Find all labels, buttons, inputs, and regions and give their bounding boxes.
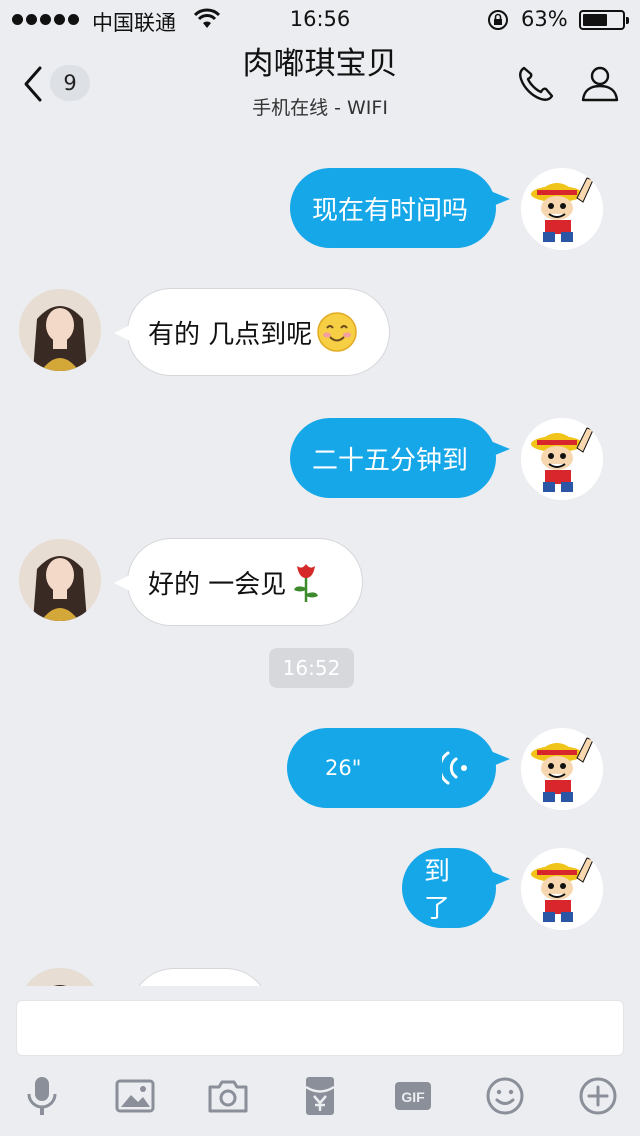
- red-packet-icon[interactable]: [298, 1074, 342, 1118]
- battery-percent: 63%: [521, 7, 568, 31]
- message-input[interactable]: [16, 1000, 624, 1056]
- timestamp-label: 16:52: [269, 648, 354, 688]
- rose-emoji-icon: [294, 564, 319, 602]
- message-bubble-outgoing[interactable]: 现在有时间吗: [290, 168, 510, 248]
- contact-avatar[interactable]: [19, 539, 101, 621]
- input-area: GIF: [0, 986, 640, 1136]
- camera-icon[interactable]: [206, 1074, 250, 1118]
- contact-avatar[interactable]: [19, 289, 101, 371]
- message-text: 二十五分钟到: [312, 445, 469, 476]
- my-avatar[interactable]: [521, 168, 603, 250]
- microphone-icon[interactable]: [20, 1074, 64, 1118]
- input-toolbar: GIF: [0, 1074, 640, 1122]
- battery-icon: [579, 10, 629, 30]
- message-bubble-incoming[interactable]: 有的 几点到呢: [114, 288, 390, 376]
- emoji-icon[interactable]: [483, 1074, 527, 1118]
- smile-emoji-icon: [317, 312, 358, 352]
- my-avatar[interactable]: [521, 728, 603, 810]
- voice-wave-icon: [442, 751, 467, 785]
- message-text: 有的 几点到呢: [148, 319, 313, 350]
- message-text: 好的 一会见: [148, 569, 287, 600]
- message-bubble-outgoing[interactable]: 二十五分钟到: [290, 418, 510, 498]
- my-avatar[interactable]: [521, 848, 603, 930]
- message-text: 现在有时间吗: [312, 195, 469, 226]
- image-icon[interactable]: [113, 1074, 157, 1118]
- profile-icon[interactable]: [578, 62, 622, 106]
- chat-title: 肉嘟琪宝贝: [242, 46, 398, 82]
- message-bubble-incoming[interactable]: 好的 一会见: [114, 538, 363, 626]
- voice-message-bubble[interactable]: 26": [287, 728, 510, 808]
- svg-text:GIF: GIF: [401, 1089, 425, 1105]
- back-chevron-icon[interactable]: [18, 62, 48, 106]
- status-bar: 中国联通 16:56 63%: [0, 0, 640, 40]
- voice-duration: 26": [325, 756, 362, 780]
- message-text: 到了: [424, 857, 451, 924]
- phone-call-icon[interactable]: [514, 62, 558, 106]
- my-avatar[interactable]: [521, 418, 603, 500]
- rotation-lock-icon: [488, 10, 508, 30]
- unread-count-badge[interactable]: 9: [50, 65, 90, 101]
- gif-icon[interactable]: GIF: [391, 1074, 435, 1118]
- message-bubble-outgoing[interactable]: 到了: [402, 848, 510, 928]
- online-status: 手机在线 - WIFI: [252, 97, 388, 119]
- plus-icon[interactable]: [576, 1074, 620, 1118]
